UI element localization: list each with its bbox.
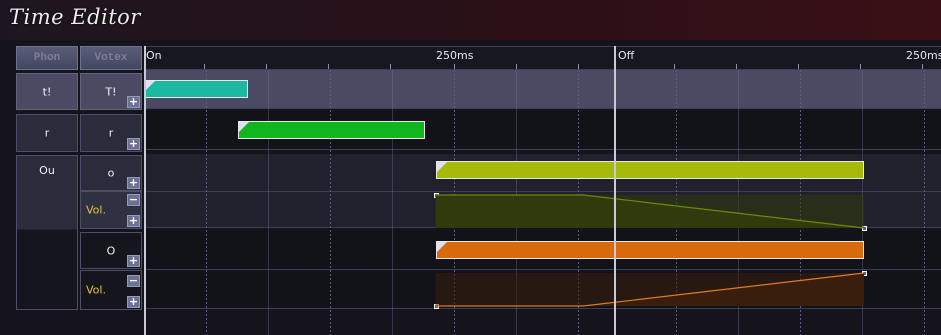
window-title: Time Editor xyxy=(9,5,141,29)
votex-cell-r[interactable]: r + xyxy=(80,114,142,152)
time-editor-window: Time Editor Phon Votex On 250ms Off 250m… xyxy=(0,0,941,335)
off-marker[interactable] xyxy=(614,46,616,335)
votex-cell-o[interactable]: o + xyxy=(80,155,142,191)
add-button[interactable]: + xyxy=(127,177,140,189)
ruler-tick xyxy=(922,64,923,69)
ruler-tick xyxy=(578,64,579,69)
phon-label: t! xyxy=(42,85,52,98)
add-button[interactable]: + xyxy=(127,255,140,267)
ruler-tick xyxy=(516,64,517,69)
ruler-tick xyxy=(798,64,799,69)
ruler-tick xyxy=(454,64,455,69)
timeline-grid[interactable] xyxy=(144,70,941,335)
add-button[interactable]: + xyxy=(127,138,140,150)
votex-cell-T[interactable]: T! + xyxy=(80,73,142,110)
ruler-tick xyxy=(736,64,737,69)
ruler-tick xyxy=(860,64,861,69)
phon-cell-r[interactable]: r xyxy=(16,114,78,152)
add-button[interactable]: + xyxy=(127,296,140,308)
phon-column-header[interactable]: Phon xyxy=(16,46,78,70)
phon-cell-ou[interactable]: Ou xyxy=(16,155,78,310)
add-button[interactable]: + xyxy=(127,96,140,108)
ruler-tick xyxy=(204,64,205,69)
phon-label: Ou xyxy=(39,164,55,177)
remove-button[interactable]: − xyxy=(127,275,140,287)
ruler-tick xyxy=(390,64,391,69)
ruler-tick xyxy=(674,64,675,69)
ruler-tick xyxy=(328,64,329,69)
ruler-tick xyxy=(266,64,267,69)
votex-column-header[interactable]: Votex xyxy=(80,46,142,70)
ruler-label-off: Off xyxy=(618,49,635,62)
on-marker[interactable] xyxy=(144,46,146,335)
remove-button[interactable]: − xyxy=(127,194,140,206)
ruler-label-250ms-after-off: 250ms xyxy=(906,49,941,62)
title-bar: Time Editor xyxy=(0,0,941,40)
time-ruler[interactable]: On 250ms Off 250ms xyxy=(144,46,941,70)
volume-cell-O[interactable]: Vol. − + xyxy=(80,270,142,310)
phon-cell-t[interactable]: t! xyxy=(16,73,78,110)
ruler-label-250ms: 250ms xyxy=(436,49,474,62)
phon-label: r xyxy=(44,126,50,140)
ruler-label-on: On xyxy=(146,49,162,62)
volume-envelopes xyxy=(435,194,865,307)
volume-cell-o[interactable]: Vol. − + xyxy=(80,191,142,229)
votex-cell-O[interactable]: O + xyxy=(80,232,142,269)
add-button[interactable]: + xyxy=(127,215,140,227)
